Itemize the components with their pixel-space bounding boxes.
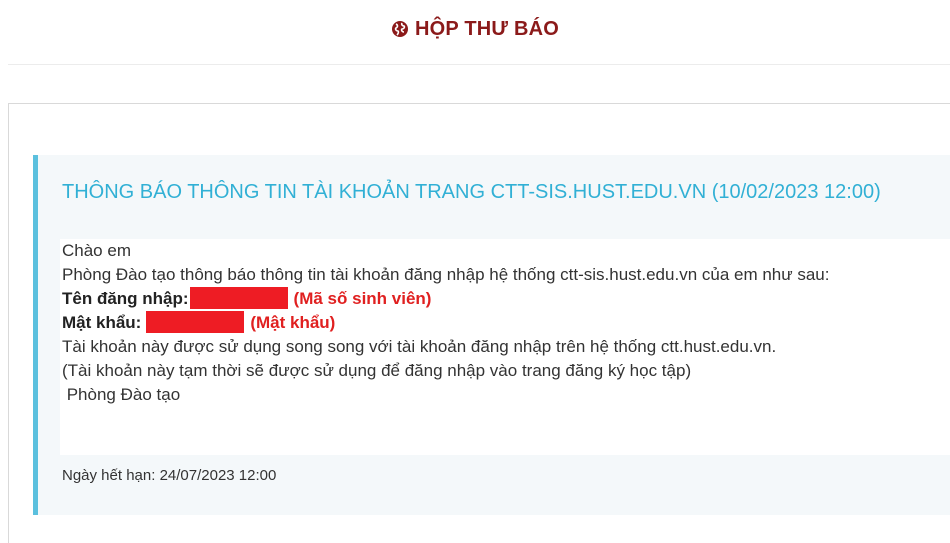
notice-card: THÔNG BÁO THÔNG TIN TÀI KHOẢN TRANG CTT-… [33,155,950,515]
parallel-account-text: Tài khoản này được sử dụng song song với… [62,337,777,356]
username-hint: (Mã số sinh viên) [293,289,432,308]
intro-text: Phòng Đào tạo thông báo thông tin tài kh… [62,265,830,284]
username-label: Tên đăng nhập: [62,289,189,308]
password-label: Mật khẩu: [62,313,142,332]
password-hint: (Mật khẩu) [250,313,336,332]
header-title-text: HỘP THƯ BÁO [415,17,559,40]
notice-title[interactable]: THÔNG BÁO THÔNG TIN TÀI KHOẢN TRANG CTT-… [62,179,932,205]
username-redaction [189,287,288,309]
password-redaction [146,311,245,333]
username-row: Tên đăng nhập: (Mã số sinh viên) [62,287,950,311]
notice-body: Chào em Phòng Đào tạo thông báo thông ti… [60,239,950,455]
header-divider [8,64,950,65]
page-header: HỘP THƯ BÁO [0,0,950,58]
temporary-account-text: (Tài khoản này tạm thời sẽ được sử dụng … [62,361,692,380]
greeting-text: Chào em [62,241,131,260]
password-row: Mật khẩu: (Mật khẩu) [62,311,950,335]
inbox-title: HỘP THƯ BÁO [391,18,559,41]
globe-icon [391,20,409,38]
expiry-date: Ngày hết hạn: 24/07/2023 12:00 [62,467,277,484]
signature-text: Phòng Đào tạo [62,385,181,404]
